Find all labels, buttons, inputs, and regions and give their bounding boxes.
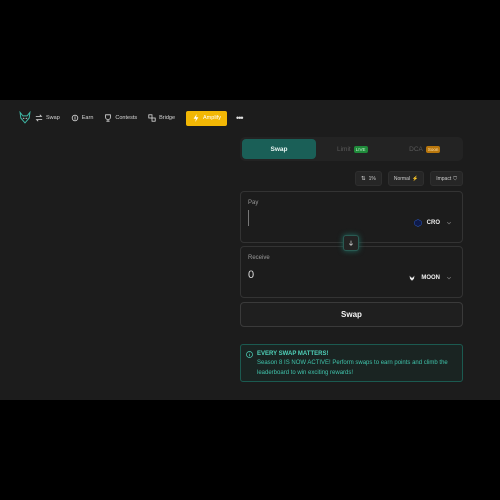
app-window: Swap Earn Contests Bridge Amplify ••• Sw… — [0, 100, 500, 400]
more-menu-button[interactable]: ••• — [236, 113, 244, 123]
wolf-logo-icon[interactable] — [18, 111, 32, 125]
arrow-down-icon — [348, 240, 354, 246]
tab-dca[interactable]: DCA Soon — [389, 139, 462, 159]
nav-item-label: Contests — [115, 115, 138, 121]
tab-label: Limit — [337, 145, 351, 153]
amplify-button[interactable]: Amplify — [186, 110, 228, 126]
swap-settings: ⇅ 1% Normal ⚡ Impact ⛉ — [355, 171, 463, 186]
receive-panel: Receive MOON — [240, 246, 463, 298]
lightning-icon — [193, 114, 199, 122]
amplify-label: Amplify — [203, 115, 222, 121]
promo-banner: EVERY SWAP MATTERS! Season 8 IS NOW ACTI… — [240, 344, 463, 382]
chevron-down-icon — [446, 276, 452, 280]
pay-token-symbol: CRO — [426, 220, 440, 226]
contests-icon — [105, 114, 112, 122]
flip-tokens-button[interactable] — [343, 235, 359, 251]
nav-item-label: Earn — [81, 115, 94, 121]
receive-amount-field[interactable] — [248, 269, 348, 281]
tab-limit[interactable]: Limit LIVE — [316, 139, 389, 159]
nav-item-label: Bridge — [159, 115, 176, 121]
lightning-icon: ⚡ — [411, 175, 419, 182]
earn-icon — [71, 114, 78, 122]
bridge-icon — [148, 114, 156, 122]
receive-token-selector[interactable]: MOON — [408, 274, 452, 282]
cro-token-icon — [413, 219, 422, 227]
receive-token-symbol: MOON — [421, 275, 440, 281]
live-badge: LIVE — [353, 145, 368, 153]
slippage-button[interactable]: ⇅ 1% — [355, 171, 382, 186]
pay-label: Pay — [248, 200, 259, 206]
tab-label: Swap — [270, 145, 288, 153]
nav-item-bridge[interactable]: Bridge — [148, 114, 175, 122]
impact-label: Impact — [436, 175, 452, 182]
tab-swap[interactable]: Swap — [242, 139, 316, 159]
top-nav: Swap Earn Contests Bridge Amplify ••• — [18, 108, 244, 128]
nav-item-earn[interactable]: Earn — [71, 114, 94, 122]
nav-item-contests[interactable]: Contests — [104, 114, 137, 122]
receive-label: Receive — [248, 255, 270, 261]
trade-mode-tabs: Swap Limit LIVE DCA Soon — [240, 137, 463, 161]
chevron-down-icon — [446, 221, 452, 225]
speed-value: Normal — [393, 175, 410, 182]
swap-button[interactable]: Swap — [240, 302, 463, 327]
promo-text: Season 8 IS NOW ACTIVE! Perform swaps to… — [257, 360, 448, 376]
nav-item-swap[interactable]: Swap — [35, 114, 60, 122]
moon-token-icon — [408, 274, 416, 282]
pay-amount-input[interactable] — [248, 210, 249, 226]
nav-item-label: Swap — [46, 115, 60, 121]
swap-icon — [35, 114, 43, 122]
info-icon — [246, 351, 253, 358]
shield-icon: ⛉ — [453, 175, 457, 182]
soon-badge: Soon — [425, 145, 441, 153]
impact-button[interactable]: Impact ⛉ — [430, 171, 463, 186]
pay-token-selector[interactable]: CRO — [413, 219, 452, 227]
tab-label: DCA — [409, 145, 423, 153]
speed-button[interactable]: Normal ⚡ — [387, 171, 425, 186]
promo-title: EVERY SWAP MATTERS! — [257, 351, 329, 357]
slippage-value: 1% — [368, 175, 376, 182]
sliders-icon: ⇅ — [361, 175, 366, 182]
